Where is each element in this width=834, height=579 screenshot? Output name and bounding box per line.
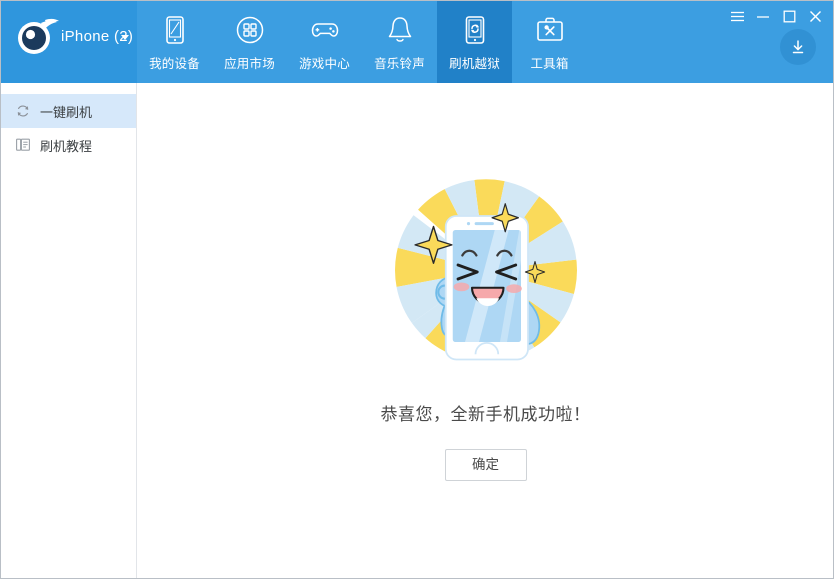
pp-assistant-window: iPhone (2) 我的设备 应用市场 游戏中心 音乐铃声 刷机越狱 工具箱 …: [0, 0, 834, 579]
tab-label: 刷机越狱: [449, 57, 500, 71]
brand-device-selector[interactable]: iPhone (2): [1, 1, 137, 83]
download-button[interactable]: [780, 29, 816, 65]
sidebar-top-spacer: [1, 83, 136, 94]
document-pages-icon: [16, 138, 30, 151]
refresh-circle-icon: [17, 105, 29, 117]
bell-icon: [388, 17, 411, 42]
tab-label: 应用市场: [224, 57, 275, 71]
app-header: iPhone (2) 我的设备 应用市场 游戏中心 音乐铃声 刷机越狱 工具箱: [1, 1, 833, 83]
device-tablet-icon: [165, 16, 184, 44]
tab-app-market[interactable]: 应用市场: [212, 1, 287, 83]
sidebar: 一键刷机 刷机教程: [1, 83, 137, 578]
pp-comet-eye-logo: [18, 18, 59, 54]
tab-label: 工具箱: [530, 57, 569, 71]
sidebar-item-label: 一键刷机: [40, 104, 93, 120]
main-nav-tabs: 我的设备 应用市场 游戏中心 音乐铃声 刷机越狱 工具箱: [137, 1, 587, 83]
success-panel: 恭喜您，全新手机成功啦！ 确定: [138, 83, 833, 481]
chevron-down-icon: [121, 35, 129, 40]
sidebar-item-label: 刷机教程: [40, 138, 93, 154]
tab-flash-jailbreak[interactable]: 刷机越狱: [437, 1, 512, 83]
tab-toolbox[interactable]: 工具箱: [512, 1, 587, 83]
tab-my-device[interactable]: 我的设备: [137, 1, 212, 83]
tab-label: 音乐铃声: [374, 57, 425, 71]
happy-phone-mascot-sunburst-illustration: [394, 179, 577, 362]
main-content: 恭喜您，全新手机成功啦！ 确定: [138, 83, 833, 578]
tab-label: 游戏中心: [299, 57, 350, 71]
download-icon: [792, 40, 804, 54]
toolbox-icon: [536, 17, 563, 41]
tab-music-ringtone[interactable]: 音乐铃声: [362, 1, 437, 83]
minimize-icon[interactable]: [751, 5, 775, 27]
flash-device-icon: [465, 16, 484, 44]
tab-game-center[interactable]: 游戏中心: [287, 1, 362, 83]
window-controls: [725, 5, 827, 27]
app-grid-circle-icon: [236, 16, 263, 44]
confirm-button[interactable]: 确定: [444, 449, 527, 481]
tab-label: 我的设备: [149, 57, 200, 71]
gamepad-icon: [311, 23, 338, 37]
sidebar-item-flash-tutorial[interactable]: 刷机教程: [1, 128, 136, 162]
success-message: 恭喜您，全新手机成功啦！: [380, 405, 591, 424]
maximize-icon[interactable]: [777, 5, 801, 27]
hamburger-menu-icon[interactable]: [725, 5, 749, 27]
sidebar-item-one-key-flash[interactable]: 一键刷机: [1, 94, 136, 128]
close-icon[interactable]: [803, 5, 827, 27]
